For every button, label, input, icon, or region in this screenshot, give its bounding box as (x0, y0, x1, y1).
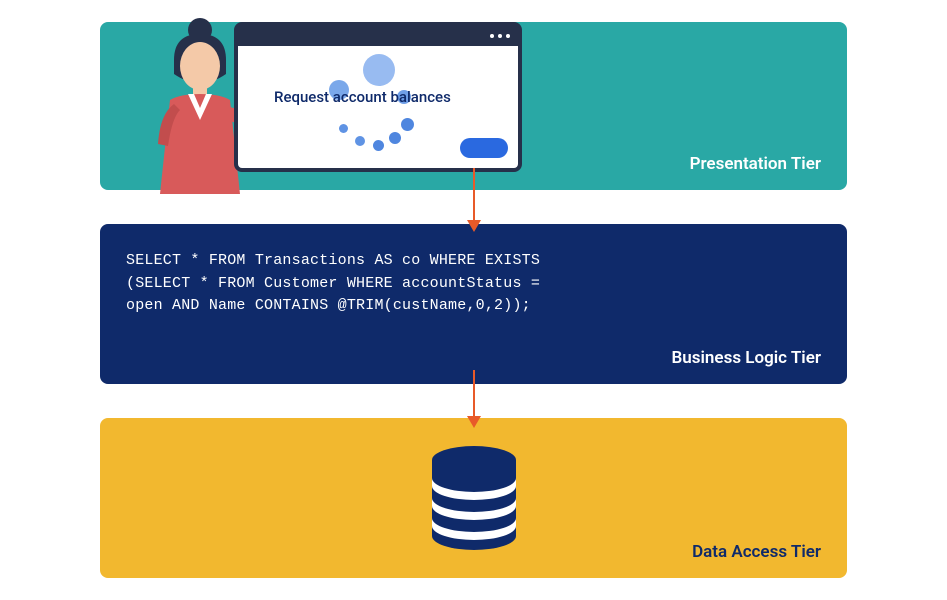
app-window: Request account balances (234, 22, 522, 172)
presentation-tier: Request account balances Presentation Ti… (100, 22, 847, 190)
tier-label-logic: Business Logic Tier (672, 348, 822, 368)
database-icon (429, 446, 519, 550)
tier-label-data: Data Access Tier (692, 542, 821, 562)
window-body: Request account balances (238, 46, 518, 168)
window-control-dot (506, 34, 510, 38)
loading-spinner-icon (323, 54, 433, 164)
user-and-app-illustration: Request account balances (130, 14, 522, 194)
window-control-dot (490, 34, 494, 38)
sql-code-block: SELECT * FROM Transactions AS co WHERE E… (126, 250, 821, 318)
tier-label-presentation: Presentation Tier (690, 154, 821, 174)
sql-line: SELECT * FROM Transactions AS co WHERE E… (126, 250, 821, 273)
window-titlebar (238, 26, 518, 46)
arrow-down-icon (473, 370, 475, 428)
data-access-tier: Data Access Tier (100, 418, 847, 578)
window-control-dot (498, 34, 502, 38)
submit-button[interactable] (460, 138, 508, 158)
request-text: Request account balances (274, 88, 451, 106)
sql-line: (SELECT * FROM Customer WHERE accountSta… (126, 273, 821, 296)
business-logic-tier: SELECT * FROM Transactions AS co WHERE E… (100, 224, 847, 384)
sql-line: open AND Name CONTAINS @TRIM(custName,0,… (126, 295, 821, 318)
arrow-down-icon (473, 168, 475, 232)
